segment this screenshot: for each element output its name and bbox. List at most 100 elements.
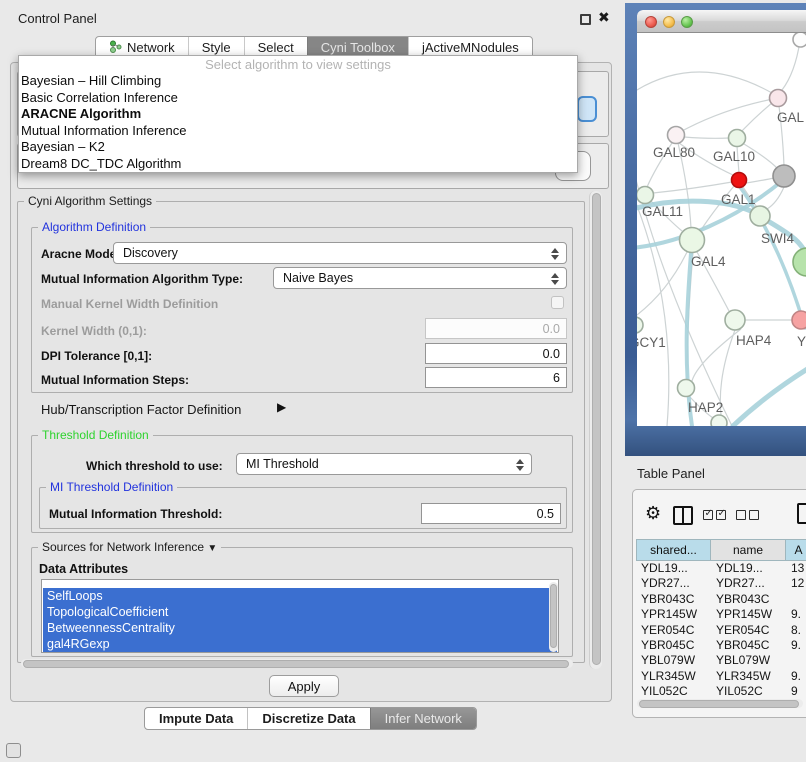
columns-icon[interactable] (673, 506, 693, 525)
network-window-titlebar[interactable] (637, 10, 806, 33)
network-icon (109, 40, 122, 56)
apply-button[interactable]: Apply (269, 675, 339, 697)
table-cell: YDL19... (636, 561, 711, 576)
settings-hscrollbar-thumb[interactable] (23, 660, 569, 668)
network-edge[interactable] (778, 98, 784, 166)
network-node-y[interactable] (792, 311, 806, 329)
network-node[interactable] (773, 165, 795, 187)
network-node-gal[interactable] (770, 90, 787, 107)
network-node-hap2[interactable] (678, 380, 695, 397)
mi-threshold-group-title: MI Threshold Definition (46, 480, 177, 494)
node-label: GAL10 (713, 149, 755, 164)
network-canvas[interactable]: GALGAL80GAL10GAL1GAL11SWI4GAL4GCY1HAP4YH… (637, 33, 806, 426)
table-row[interactable]: YBL079WYBL079W (636, 653, 806, 668)
collapse-arrow-icon[interactable]: ▼ (207, 543, 217, 554)
table-row[interactable]: YDR27...YDR27...12 (636, 576, 806, 591)
table-row[interactable]: YPR145WYPR145W9. (636, 607, 806, 622)
algorithm-popup-placeholder: Select algorithm to view settings (19, 56, 577, 73)
aracne-mode-select[interactable]: Discovery (113, 242, 567, 264)
bottom-tab-impute-data[interactable]: Impute Data (145, 708, 247, 729)
network-node-gal80[interactable] (668, 127, 685, 144)
column-header-name[interactable]: name (711, 539, 786, 561)
list-vscrollbar-thumb[interactable] (550, 584, 557, 648)
network-edge[interactable] (637, 193, 669, 426)
data-attribute-item[interactable]: TopologicalCoefficient (43, 604, 557, 620)
table-row[interactable]: YIL052CYIL052C9 (636, 684, 806, 699)
list-vertical-scrollbar[interactable] (549, 582, 558, 652)
combo-spinner-icon (551, 272, 559, 286)
mi-steps-field[interactable]: 6 (425, 367, 567, 388)
network-edge[interactable] (746, 178, 774, 183)
table-cell: 13 (786, 561, 806, 576)
algorithm-option[interactable]: ARACNE Algorithm (19, 106, 577, 123)
network-node-swi4[interactable] (750, 206, 770, 226)
algorithm-option[interactable]: Mutual Information Inference (19, 123, 577, 140)
table-row[interactable]: YER054CYER054C8. (636, 623, 806, 638)
data-attribute-item[interactable]: SelfLoops (43, 588, 557, 604)
network-edge[interactable] (782, 41, 800, 90)
network-node-gcy1[interactable] (637, 317, 643, 333)
bottom-tab-infer-network[interactable]: Infer Network (370, 708, 476, 729)
settings-horizontal-scrollbar[interactable] (21, 659, 573, 668)
column-header-A[interactable]: A (786, 539, 806, 561)
network-edge[interactable] (684, 137, 729, 138)
tab-label: Cyni Toolbox (321, 40, 395, 55)
table-row[interactable]: YBR045CYBR045C9. (636, 638, 806, 653)
network-graph[interactable]: GALGAL80GAL10GAL1GAL11SWI4GAL4GCY1HAP4YH… (637, 33, 806, 426)
mi-type-select[interactable]: Naive Bayes (273, 267, 567, 289)
settings-vertical-scrollbar[interactable] (589, 191, 602, 669)
table-cell: 9 (786, 684, 806, 699)
algorithm-option[interactable]: Basic Correlation Inference (19, 90, 577, 107)
gear-icon[interactable]: ⚙ (645, 503, 661, 524)
window-close-button[interactable] (645, 16, 657, 28)
column-header-shared[interactable]: shared... (636, 539, 711, 561)
network-node[interactable] (711, 415, 727, 426)
node-label: Y (797, 334, 806, 349)
table-horizontal-scrollbar[interactable] (637, 699, 803, 708)
algorithm-option[interactable]: Bayesian – Hill Climbing (19, 73, 577, 90)
network-node[interactable] (793, 248, 806, 276)
data-attribute-item[interactable]: gal4RGexp (43, 636, 557, 652)
table-hscrollbar-thumb[interactable] (639, 700, 799, 708)
node-label: SWI4 (761, 231, 794, 246)
kernel-width-field[interactable]: 0.0 (425, 318, 567, 339)
network-edge-highlighted[interactable] (733, 368, 806, 426)
restore-panel-icon[interactable] (6, 743, 21, 758)
bottom-tab-discretize-data[interactable]: Discretize Data (247, 708, 369, 729)
table-row[interactable]: YDL19...YDL19...13 (636, 561, 806, 576)
network-view-window[interactable]: GALGAL80GAL10GAL1GAL11SWI4GAL4GCY1HAP4YH… (637, 10, 806, 426)
window-minimize-button[interactable] (663, 16, 675, 28)
new-table-icon[interactable] (797, 503, 806, 524)
table-row[interactable]: YBR043CYBR043C (636, 592, 806, 607)
network-node-gal4[interactable] (680, 228, 705, 253)
data-attributes-list[interactable]: SelfLoopsTopologicalCoefficientBetweenne… (41, 579, 559, 653)
settings-vscrollbar-thumb[interactable] (592, 193, 601, 665)
select-all-icon[interactable] (703, 510, 726, 520)
network-node-hap4[interactable] (725, 310, 745, 330)
table-cell: YDR27... (636, 576, 711, 591)
network-node-gal1[interactable] (732, 173, 747, 188)
float-panel-icon[interactable] (580, 14, 591, 25)
expand-arrow-icon[interactable]: ▶ (277, 400, 286, 414)
dpi-tolerance-field[interactable]: 0.0 (425, 343, 567, 364)
network-edge[interactable] (682, 98, 778, 131)
table-cell: YBR043C (711, 592, 786, 607)
network-node-gal11[interactable] (637, 187, 654, 204)
table-cell: YER054C (636, 623, 711, 638)
algorithm-combo-button-fragment[interactable] (577, 96, 597, 122)
algorithm-option[interactable]: Bayesian – K2 (19, 139, 577, 156)
which-threshold-select[interactable]: MI Threshold (236, 453, 532, 475)
table-cell: YER054C (711, 623, 786, 638)
manual-kernel-checkbox[interactable] (551, 296, 564, 309)
network-edge[interactable] (637, 72, 772, 93)
deselect-all-icon[interactable] (736, 510, 759, 520)
table-row[interactable]: YLR345WYLR345W9. (636, 669, 806, 684)
window-zoom-button[interactable] (681, 16, 693, 28)
algorithm-option[interactable]: Dream8 DC_TDC Algorithm (19, 156, 577, 173)
network-node[interactable] (793, 33, 806, 47)
data-attribute-item[interactable]: BetweennessCentrality (43, 620, 557, 636)
table-cell: YBR045C (711, 638, 786, 653)
network-node-gal10[interactable] (729, 130, 746, 147)
mi-threshold-field[interactable]: 0.5 (421, 503, 561, 524)
close-panel-icon[interactable]: ✖ (598, 9, 610, 26)
